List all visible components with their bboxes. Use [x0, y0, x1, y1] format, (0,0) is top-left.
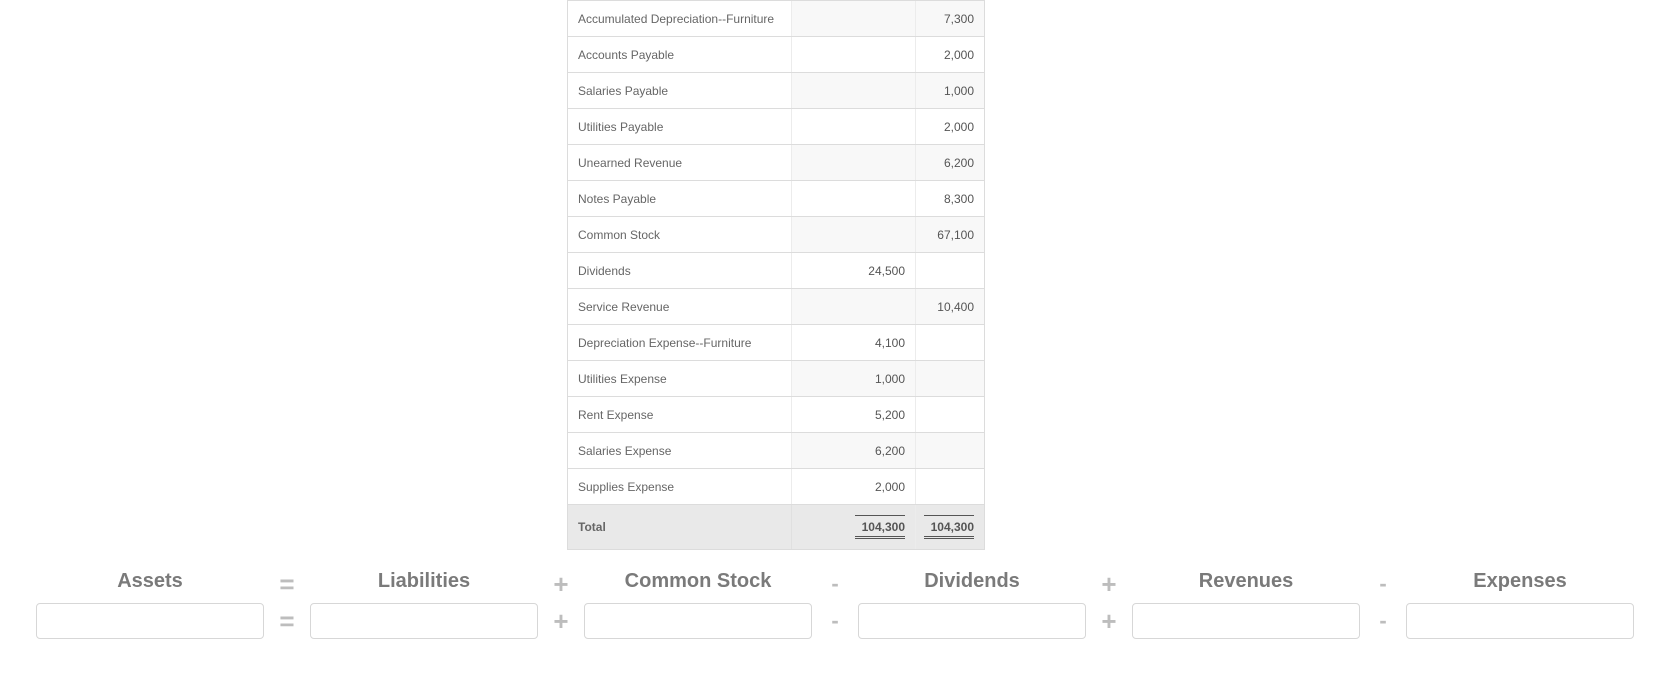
equals-icon: = — [264, 608, 310, 634]
plus-icon: + — [538, 571, 584, 597]
account-debit — [792, 217, 916, 252]
revenues-input[interactable] — [1132, 603, 1360, 639]
account-debit — [792, 37, 916, 72]
total-credit-value: 104,300 — [924, 515, 974, 539]
equation-headings: Assets = Liabilities + Common Stock - Di… — [36, 564, 1634, 603]
account-name: Utilities Expense — [568, 361, 792, 396]
total-debit: 104,300 — [792, 505, 916, 549]
minus-icon: - — [812, 573, 858, 595]
account-name: Depreciation Expense--Furniture — [568, 325, 792, 360]
account-debit — [792, 1, 916, 36]
total-label: Total — [568, 505, 792, 549]
table-row: Rent Expense 5,200 — [568, 396, 984, 432]
table-total-row: Total 104,300 104,300 — [568, 504, 984, 549]
plus-icon: + — [1086, 571, 1132, 597]
plus-icon: + — [1086, 608, 1132, 634]
equation-term-label: Assets — [36, 564, 264, 603]
account-credit — [916, 397, 984, 432]
account-name: Common Stock — [568, 217, 792, 252]
account-name: Dividends — [568, 253, 792, 288]
table-row: Unearned Revenue 6,200 — [568, 144, 984, 180]
account-debit: 1,000 — [792, 361, 916, 396]
account-credit — [916, 361, 984, 396]
equation-term-label: Dividends — [858, 564, 1086, 603]
table-row: Service Revenue 10,400 — [568, 288, 984, 324]
account-credit — [916, 469, 984, 504]
account-debit — [792, 145, 916, 180]
trial-balance-table: Accumulated Depreciation--Furniture 7,30… — [567, 0, 985, 550]
account-credit: 6,200 — [916, 145, 984, 180]
account-name: Service Revenue — [568, 289, 792, 324]
table-row: Utilities Expense 1,000 — [568, 360, 984, 396]
minus-icon: - — [1360, 573, 1406, 595]
account-debit: 24,500 — [792, 253, 916, 288]
account-credit: 2,000 — [916, 109, 984, 144]
account-name: Rent Expense — [568, 397, 792, 432]
account-name: Unearned Revenue — [568, 145, 792, 180]
minus-icon: - — [812, 610, 858, 632]
table-row: Common Stock 67,100 — [568, 216, 984, 252]
account-name: Utilities Payable — [568, 109, 792, 144]
accounting-equation: Assets = Liabilities + Common Stock - Di… — [0, 564, 1670, 659]
equation-term-label: Liabilities — [310, 564, 538, 603]
table-row: Accumulated Depreciation--Furniture 7,30… — [568, 0, 984, 36]
equation-term-label: Expenses — [1406, 564, 1634, 603]
plus-icon: + — [538, 608, 584, 634]
account-debit: 5,200 — [792, 397, 916, 432]
assets-input[interactable] — [36, 603, 264, 639]
account-credit — [916, 325, 984, 360]
account-debit: 2,000 — [792, 469, 916, 504]
dividends-input[interactable] — [858, 603, 1086, 639]
table-row: Utilities Payable 2,000 — [568, 108, 984, 144]
equals-icon: = — [264, 571, 310, 597]
liabilities-input[interactable] — [310, 603, 538, 639]
account-credit: 10,400 — [916, 289, 984, 324]
account-debit: 6,200 — [792, 433, 916, 468]
account-name: Accounts Payable — [568, 37, 792, 72]
table-row: Notes Payable 8,300 — [568, 180, 984, 216]
minus-icon: - — [1360, 610, 1406, 632]
account-credit: 67,100 — [916, 217, 984, 252]
account-name: Salaries Expense — [568, 433, 792, 468]
account-debit — [792, 109, 916, 144]
table-row: Salaries Expense 6,200 — [568, 432, 984, 468]
account-name: Accumulated Depreciation--Furniture — [568, 1, 792, 36]
table-row: Depreciation Expense--Furniture 4,100 — [568, 324, 984, 360]
account-name: Notes Payable — [568, 181, 792, 216]
account-debit: 4,100 — [792, 325, 916, 360]
account-debit — [792, 289, 916, 324]
equation-term-label: Common Stock — [584, 564, 812, 603]
account-credit: 2,000 — [916, 37, 984, 72]
account-name: Supplies Expense — [568, 469, 792, 504]
total-debit-value: 104,300 — [855, 515, 905, 539]
expenses-input[interactable] — [1406, 603, 1634, 639]
equation-term-label: Revenues — [1132, 564, 1360, 603]
account-credit: 8,300 — [916, 181, 984, 216]
total-credit: 104,300 — [916, 505, 984, 549]
account-credit: 7,300 — [916, 1, 984, 36]
account-credit — [916, 433, 984, 468]
account-debit — [792, 73, 916, 108]
account-credit — [916, 253, 984, 288]
equation-inputs: = + - + - — [36, 603, 1634, 639]
table-row: Accounts Payable 2,000 — [568, 36, 984, 72]
account-name: Salaries Payable — [568, 73, 792, 108]
table-row: Supplies Expense 2,000 — [568, 468, 984, 504]
account-debit — [792, 181, 916, 216]
table-row: Dividends 24,500 — [568, 252, 984, 288]
table-row: Salaries Payable 1,000 — [568, 72, 984, 108]
common-stock-input[interactable] — [584, 603, 812, 639]
account-credit: 1,000 — [916, 73, 984, 108]
